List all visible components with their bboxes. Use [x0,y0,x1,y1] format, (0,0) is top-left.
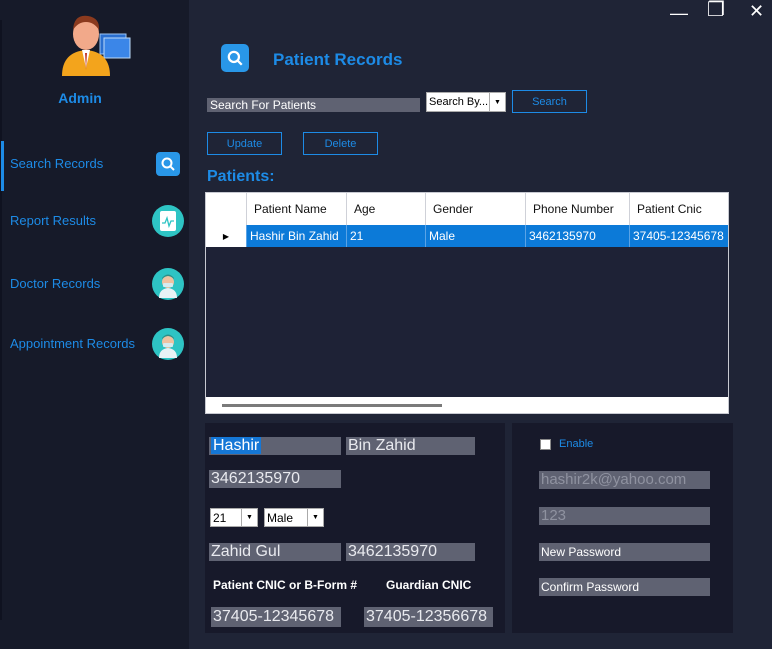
close-button[interactable]: ✕ [749,2,764,20]
doctor-icon [152,268,184,300]
table-cell: 21 [347,225,426,247]
search-input[interactable] [207,98,420,112]
patients-label: Patients: [207,168,275,185]
guardian-phone-field[interactable]: 3462135970 [346,543,475,561]
new-password-field[interactable]: New Password [539,543,710,561]
chevron-down-icon: ▼ [489,93,505,111]
column-header[interactable]: Patient Name [247,193,347,225]
gender-select[interactable]: Male ▼ [264,508,324,527]
search-icon [221,44,249,72]
search-button[interactable]: Search [512,90,587,113]
sidebar-item-label: Doctor Records [10,276,101,291]
column-header[interactable]: Age [347,193,426,225]
age-value: 21 [213,510,227,525]
doctor-icon [152,328,184,360]
sidebar-item-label: Appointment Records [10,336,136,351]
phone-field[interactable]: 3462135970 [209,470,341,488]
horizontal-scrollbar[interactable] [206,397,728,413]
gender-value: Male [267,510,294,525]
sidebar-item-label: Report Results [10,213,96,228]
enable-checkbox[interactable] [540,439,551,450]
table-header: Patient Name Age Gender Phone Number Pat… [206,193,728,225]
guardian-cnic-field[interactable]: 37405-12356678 [364,607,493,627]
row-selector-icon: ▶ [206,225,247,247]
delete-button[interactable]: Delete [303,132,378,155]
report-icon [152,205,184,237]
scrollbar-thumb[interactable] [222,404,442,407]
column-header[interactable]: Patient Cnic [630,193,728,225]
table-cell: 37405-12345678 [633,229,724,243]
sidebar-item-doctor-records[interactable]: Doctor Records [0,266,189,306]
admin-avatar [56,8,132,78]
sidebar-item-search-records[interactable]: Search Records [0,144,189,186]
cnic-label: Patient CNIC or B-Form # [213,578,358,592]
chevron-down-icon: ▼ [241,509,257,526]
table-cell: 3462135970 [526,225,630,247]
column-header[interactable]: Phone Number [526,193,630,225]
sidebar-edge [0,20,2,620]
admin-label: Admin [58,90,102,106]
search-by-select[interactable]: Search By... ▼ [426,92,506,112]
table-row[interactable]: ▶ Hashir Bin Zahid 21 Male 3462135970 37… [206,225,728,247]
cnic-field[interactable]: 37405-12345678 [211,607,341,627]
sidebar-item-report-results[interactable]: Report Results [0,202,189,242]
guardian-name-field[interactable]: Zahid Gul [209,543,341,561]
enable-label: Enable [559,438,594,450]
account-panel [512,423,733,633]
patients-table[interactable]: Patient Name Age Gender Phone Number Pat… [205,192,729,414]
update-button[interactable]: Update [207,132,282,155]
sidebar-item-label: Search Records [10,156,104,171]
minimize-button[interactable]: — [670,4,688,22]
search-by-value: Search By... [429,96,489,108]
age-select[interactable]: 21 ▼ [210,508,258,527]
table-cell: Hashir Bin Zahid [247,225,347,247]
chevron-down-icon: ▼ [307,509,323,526]
guardian-cnic-label: Guardian CNIC [386,578,472,592]
last-name-field[interactable]: Bin Zahid [346,437,475,455]
page-title: Patient Records [273,50,403,69]
password-field[interactable]: 123 [539,507,710,525]
maximize-button[interactable]: ❐ [707,0,725,20]
email-field[interactable]: hashir2k@yahoo.com [539,471,710,489]
first-name-field[interactable]: Hashir [209,437,341,455]
sidebar-item-appointment-records[interactable]: Appointment Records [0,326,189,366]
first-name-value: Hashir [211,437,262,454]
row-header-corner [206,193,247,225]
search-icon [156,152,180,176]
confirm-password-field[interactable]: Confirm Password [539,578,710,596]
column-header[interactable]: Gender [426,193,526,225]
table-cell: Male [426,225,526,247]
